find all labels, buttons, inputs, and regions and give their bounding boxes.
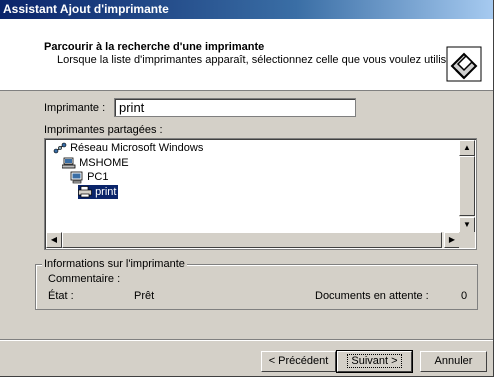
wizard-header: Parcourir à la recherche d'une imprimant… <box>0 19 493 91</box>
tree-item-label: MSHOME <box>79 157 129 169</box>
printer-wizard-icon <box>446 46 482 82</box>
shared-printers-label: Imprimantes partagées : <box>44 124 163 136</box>
window-title: Assistant Ajout d'imprimante <box>0 0 493 19</box>
tree-item-label: Réseau Microsoft Windows <box>70 142 204 154</box>
header-subtitle: Lorsque la liste d'imprimantes apparaît,… <box>57 54 459 66</box>
tree-item-label: PC1 <box>87 171 109 183</box>
scroll-up-arrow-icon[interactable]: ▲ <box>459 140 475 156</box>
add-printer-wizard-window: Assistant Ajout d'imprimante Parcourir à… <box>0 0 494 377</box>
printer-info-group: Informations sur l'imprimante Commentair… <box>35 258 478 310</box>
comment-label: Commentaire : <box>48 273 121 285</box>
tree-item-mshome[interactable]: MSHOME <box>62 156 129 170</box>
workgroup-icon <box>62 157 76 169</box>
state-label: État : <box>48 290 74 302</box>
tree-item-print[interactable]: print <box>78 185 119 199</box>
header-title: Parcourir à la recherche d'une imprimant… <box>44 41 265 53</box>
state-value: Prêt <box>134 290 155 302</box>
documents-waiting-value: 0 <box>461 290 468 302</box>
scroll-left-arrow-icon[interactable]: ◀ <box>46 232 62 248</box>
tree-item-pc1[interactable]: PC1 <box>70 170 108 184</box>
cancel-button[interactable]: Annuler <box>420 351 487 372</box>
tree-item-label: print <box>95 186 117 198</box>
tree-item-network[interactable]: Réseau Microsoft Windows <box>53 141 203 155</box>
vertical-scroll-thumb[interactable] <box>459 156 475 216</box>
scrollbar-corner <box>459 232 475 248</box>
printer-label: Imprimante : <box>44 102 106 114</box>
shared-printers-tree[interactable]: Réseau Microsoft Windows MSHOME PC1 prin… <box>44 138 477 250</box>
next-button-label: Suivant > <box>347 354 402 368</box>
button-separator <box>0 339 493 341</box>
horizontal-scrollbar[interactable]: ◀ ▶ <box>46 232 460 248</box>
vertical-scrollbar[interactable]: ▲ ▼ <box>459 140 475 233</box>
printer-icon <box>78 186 92 198</box>
network-icon <box>53 142 67 154</box>
horizontal-scroll-thumb[interactable] <box>62 232 442 248</box>
documents-waiting-label: Documents en attente : <box>315 290 429 302</box>
scroll-down-arrow-icon[interactable]: ▼ <box>459 217 475 233</box>
printer-info-title: Informations sur l'imprimante <box>42 258 187 270</box>
next-button[interactable]: Suivant > <box>336 350 413 373</box>
computer-icon <box>70 171 83 183</box>
printer-name-input[interactable]: print <box>114 98 356 117</box>
back-button[interactable]: < Précédent <box>261 351 336 372</box>
scroll-right-arrow-icon[interactable]: ▶ <box>444 232 460 248</box>
